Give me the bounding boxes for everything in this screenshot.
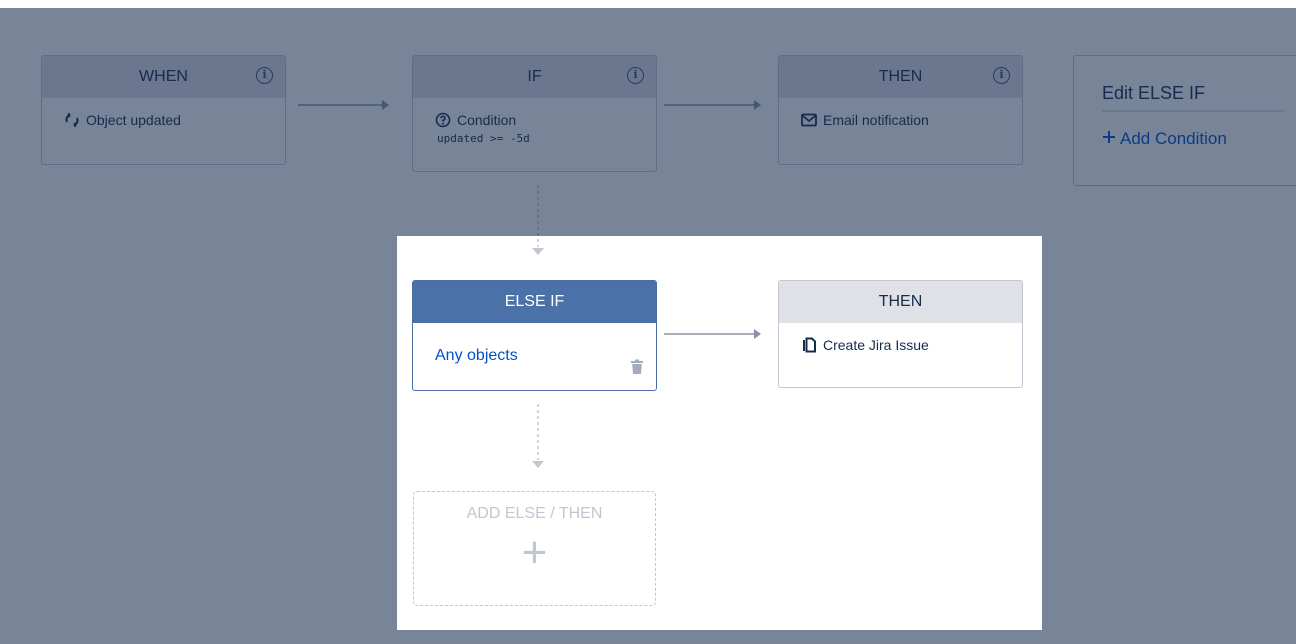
then-node-header: THEN: [779, 281, 1022, 323]
if-node-title: IF: [527, 68, 542, 85]
add-condition-label: Add Condition: [1120, 129, 1227, 148]
flow-arrow: [664, 329, 761, 339]
if-node-label: Condition: [457, 112, 517, 128]
flow-arrow: [664, 100, 761, 110]
if-node[interactable]: IF i Condition updated >= -5d: [412, 55, 657, 172]
add-condition-link[interactable]: Add Condition: [1102, 129, 1284, 149]
info-icon[interactable]: i: [256, 67, 273, 84]
plus-icon: [1102, 129, 1116, 149]
trash-icon[interactable]: [630, 359, 644, 380]
envelope-icon: [801, 112, 817, 128]
add-branch-arrow: [532, 404, 544, 468]
then-node-title: THEN: [878, 293, 923, 310]
when-node-title: WHEN: [139, 68, 188, 85]
copy-icon: [801, 337, 817, 353]
when-node-label: Object updated: [86, 112, 181, 128]
refresh-icon: [64, 112, 80, 128]
then-node-email[interactable]: THEN i Email notification: [778, 55, 1023, 165]
add-else-then-button[interactable]: ADD ELSE / THEN +: [413, 491, 656, 606]
else-if-node-header: ELSE IF: [413, 281, 656, 323]
if-node-condition: updated >= -5d: [437, 132, 530, 145]
add-else-then-label: ADD ELSE / THEN: [466, 505, 603, 522]
when-node[interactable]: WHEN i Object updated: [41, 55, 286, 165]
when-node-header: WHEN i: [42, 56, 285, 98]
flow-arrow: [298, 100, 389, 110]
then-node-label: Create Jira Issue: [823, 337, 929, 353]
edit-else-if-panel: Edit ELSE IF Add Condition: [1073, 55, 1296, 186]
else-if-node-label[interactable]: Any objects: [435, 347, 634, 365]
then-node-label: Email notification: [823, 112, 929, 128]
question-circle-icon: [435, 112, 451, 128]
then-node-create-issue[interactable]: THEN Create Jira Issue: [778, 280, 1023, 388]
if-node-header: IF i: [413, 56, 656, 98]
add-plus-icon: +: [521, 528, 548, 577]
else-if-node-title: ELSE IF: [504, 293, 565, 310]
else-branch-arrow: [532, 185, 544, 255]
edit-panel-title: Edit ELSE IF: [1102, 83, 1284, 112]
else-if-node[interactable]: ELSE IF Any objects: [412, 280, 657, 391]
then-node-title: THEN: [878, 68, 923, 85]
then-node-header: THEN i: [779, 56, 1022, 98]
info-icon[interactable]: i: [627, 67, 644, 84]
info-icon[interactable]: i: [993, 67, 1010, 84]
